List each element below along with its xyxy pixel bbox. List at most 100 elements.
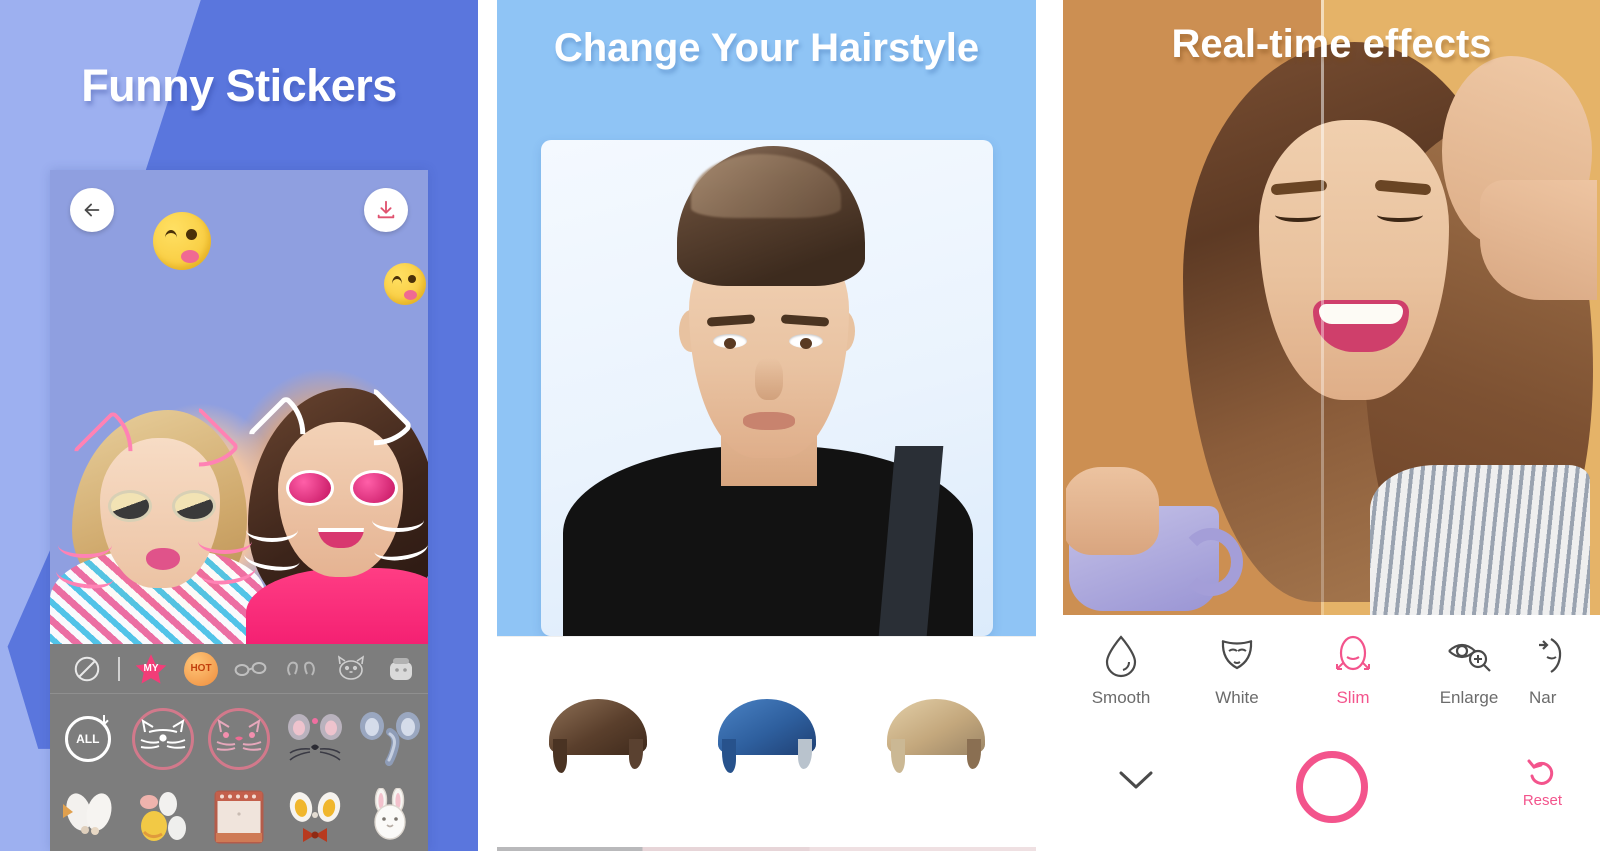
panel1-title: Funny Stickers xyxy=(81,60,397,111)
before-after-split-line xyxy=(1320,0,1324,615)
cat-pink-sticker xyxy=(216,719,262,751)
person-2-glasses xyxy=(286,470,398,506)
water-drop-icon xyxy=(1105,635,1137,678)
collapse-button[interactable] xyxy=(1115,767,1157,798)
download-icon xyxy=(377,200,395,219)
elephant-sticker xyxy=(360,712,421,766)
model-eye-left xyxy=(713,334,747,349)
undo-icon xyxy=(1527,759,1554,785)
photo-preview xyxy=(50,170,428,644)
sticker-app-screen: MY HOT ALL xyxy=(50,170,428,851)
no-sticker-icon xyxy=(74,656,100,681)
hot-badge-icon: HOT xyxy=(184,651,218,686)
sticker-item-cat-pink[interactable] xyxy=(201,700,277,778)
sticker-tab-hot[interactable]: HOT xyxy=(176,644,226,694)
model-eye-right xyxy=(789,334,823,349)
hairstyle-option-brown[interactable] xyxy=(543,689,653,773)
sticker-tab-none[interactable] xyxy=(62,644,112,694)
tab-divider xyxy=(118,656,120,681)
kissing-wink-emoji-2 xyxy=(384,263,426,305)
back-arrow-icon xyxy=(84,203,100,217)
subject-shirt xyxy=(1370,465,1590,615)
effect-slim-label: Slim xyxy=(1336,688,1370,707)
hairstyle-option-blonde[interactable] xyxy=(881,689,991,773)
dog-bowtie-sticker xyxy=(289,792,340,842)
camera-preview: Real-time effects xyxy=(1063,0,1600,615)
cat-white-sticker xyxy=(141,719,186,749)
subject-eye-right xyxy=(1377,208,1423,222)
effects-row: Smooth White Slim Enlarge Nar xyxy=(1063,615,1600,735)
subject-fingers xyxy=(1063,467,1159,555)
sticker-tab-cat[interactable] xyxy=(326,644,376,694)
face-white-icon xyxy=(1221,639,1253,670)
sticker-all-label: ALL xyxy=(76,732,100,746)
ears-icon xyxy=(287,661,315,676)
sticker-item-bunny-ears[interactable] xyxy=(50,778,126,851)
subject-arm xyxy=(1480,180,1600,300)
face-narrow-icon xyxy=(1539,638,1562,673)
sticker-item-eggs[interactable] xyxy=(126,778,202,851)
panel2-title: Change Your Hairstyle xyxy=(553,26,980,70)
sticker-tab-my-label: MY xyxy=(143,663,159,674)
shutter-button[interactable] xyxy=(1295,751,1368,823)
effect-smooth-label: Smooth xyxy=(1091,688,1151,707)
all-download-icon: ALL xyxy=(64,715,111,762)
sticker-toolbar: MY HOT ALL xyxy=(50,644,428,851)
sticker-tab-glasses[interactable] xyxy=(226,644,276,694)
person-1-glasses xyxy=(108,490,216,522)
hairstyle-preview-canvas xyxy=(541,140,993,636)
sticker-item-frame[interactable] xyxy=(201,778,277,851)
rabbit-sticker xyxy=(374,788,406,840)
sticker-tab-ears[interactable] xyxy=(276,644,326,694)
chevron-down-icon xyxy=(1119,771,1153,789)
star-icon: MY xyxy=(134,652,168,686)
reset-button[interactable]: Reset xyxy=(1523,757,1562,809)
selection-ring xyxy=(132,708,195,770)
bunny-ears-sticker xyxy=(62,793,112,835)
panel-realtime-effects: Real-time effects Smooth White Slim Enla… xyxy=(1063,0,1600,851)
save-button[interactable] xyxy=(364,188,408,232)
tray-bottom-indicator xyxy=(497,847,1036,851)
sticker-tab-my[interactable]: MY xyxy=(126,644,176,694)
hairstyle-options-tray xyxy=(497,636,1036,851)
reset-label: Reset xyxy=(1522,792,1562,809)
sticker-tab-pack[interactable] xyxy=(376,644,426,694)
model-lips xyxy=(743,412,795,430)
effect-slim[interactable]: Slim xyxy=(1295,633,1411,708)
person-1-lips xyxy=(146,548,180,570)
sticker-item-mouse[interactable] xyxy=(277,700,353,778)
hairstyle-option-blue[interactable] xyxy=(712,689,822,773)
sticker-item-cat-white[interactable] xyxy=(126,700,202,778)
face-slim-icon xyxy=(1336,635,1370,671)
effect-enlarge-label: Enlarge xyxy=(1439,688,1499,707)
effect-white[interactable]: White xyxy=(1179,633,1295,708)
panel-change-hairstyle: Change Your Hairstyle xyxy=(497,0,1036,851)
camera-controls: Reset xyxy=(1063,739,1600,851)
subject-eye-left xyxy=(1275,208,1321,222)
selection-ring xyxy=(207,708,270,770)
effect-white-label: White xyxy=(1215,688,1259,707)
effect-narrow[interactable]: Nar xyxy=(1527,633,1587,708)
easter-eggs-sticker xyxy=(140,792,187,841)
panel-funny-stickers: Funny Stickers MY HOT ALL xyxy=(0,0,478,851)
effect-enlarge[interactable]: Enlarge xyxy=(1411,633,1527,708)
sticker-pack-icon xyxy=(390,657,412,680)
sticker-item-rabbit[interactable] xyxy=(352,778,428,851)
panel3-title: Real-time effects xyxy=(1171,22,1492,66)
model-nose xyxy=(755,358,783,400)
sticker-grid: ALL xyxy=(50,694,428,851)
screenshot-root: Funny Stickers MY HOT ALL Change Your Ha… xyxy=(0,0,1600,851)
effects-panel: Smooth White Slim Enlarge Nar Reset xyxy=(1063,615,1600,851)
sticker-item-dog-bowtie[interactable] xyxy=(277,778,353,851)
eye-enlarge-icon xyxy=(1448,643,1491,672)
sticker-category-tabs: MY HOT xyxy=(50,644,428,694)
back-button[interactable] xyxy=(70,188,114,232)
glasses-icon xyxy=(234,661,267,676)
sticker-item-elephant[interactable] xyxy=(352,700,428,778)
cat-face-icon xyxy=(337,654,365,680)
sticker-item-all[interactable]: ALL xyxy=(50,700,126,778)
mouse-sticker xyxy=(287,714,342,761)
kissing-wink-emoji-1 xyxy=(153,212,211,270)
photo-frame-sticker xyxy=(214,790,264,844)
effect-smooth[interactable]: Smooth xyxy=(1063,633,1179,708)
